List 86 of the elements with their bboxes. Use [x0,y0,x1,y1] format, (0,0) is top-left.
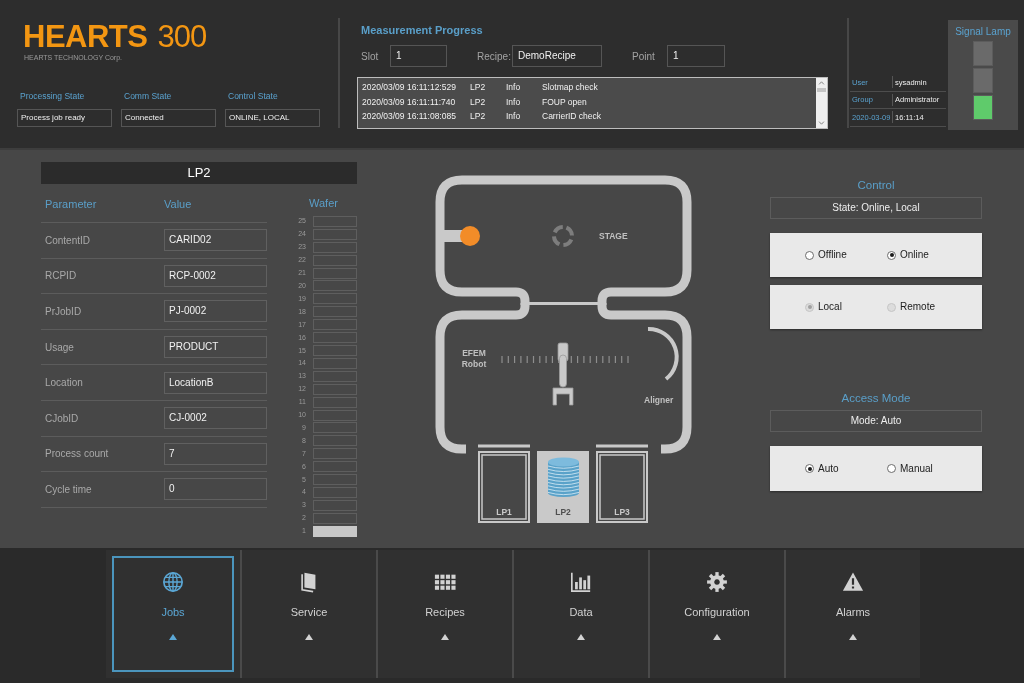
value-field: PRODUCT [164,336,267,359]
column-heading: Parameter [44,198,98,211]
state-label: Processing State [19,91,86,101]
value-field: CJ-0002 [164,407,267,430]
chevron-up-icon[interactable] [818,81,825,85]
aligner-arc [647,327,679,381]
log-message: FOUP open [542,95,587,109]
value-field: PJ-0002 [164,300,267,323]
log-level: Info [506,95,522,109]
state-display: Mode: Auto [770,410,982,432]
nav-tab[interactable]: Service [242,550,376,678]
caret-icon [713,634,721,640]
logo-wordmark: HEARTS [23,19,148,54]
radio-option[interactable]: Online [887,249,929,261]
caret-icon [305,634,313,640]
value-field: CARID02 [164,229,267,252]
section-title: Access Mode [840,392,912,405]
state-field: ONLINE, LOCAL [225,109,320,127]
gear-icon [706,571,728,593]
value-field: 7 [164,442,267,465]
parameter-label: RCPID [44,270,78,282]
log-message: CarrierID check [542,110,602,123]
chevron-down-icon[interactable] [818,121,825,125]
caret-icon [577,634,585,640]
wafer-marker-icon [460,226,480,246]
log-port: LP2 [470,95,487,109]
panel-title: Signal Lamp [954,26,1012,38]
value-field: LocationB [164,371,267,394]
bar-chart-icon [570,571,592,593]
log-level: Info [506,110,522,123]
caret-icon [849,634,857,640]
radio-option[interactable]: Manual [887,462,933,475]
state-field: Connected [121,109,216,127]
log-port: LP2 [470,110,487,123]
parameter-label: Cycle time [44,483,93,495]
radio-option: Remote [887,301,935,313]
caret-icon [441,634,449,640]
parameter-label: ContentID [44,234,92,246]
log-message: Slotmap check [542,81,598,94]
radio-option[interactable]: Offline [805,249,847,261]
log-time: 2020/03/09 16:11:08:085 [362,110,457,123]
text-field[interactable]: 1 [667,45,725,67]
radio-option: Local [805,301,842,313]
robot-arm-icon [552,342,574,406]
field-label: Point [632,50,656,62]
state-display: State: Online, Local [770,197,982,219]
state-label: Comm State [123,91,173,101]
log-time: 2020/03/09 16:11:11:740 [362,95,457,109]
field-label: Recipe: [477,50,512,62]
state-label: Control State [227,91,279,101]
scrollbar[interactable] [816,78,827,128]
text-field[interactable]: DemoRecipe [512,45,602,67]
nav-tab[interactable]: Data [514,550,648,678]
parameter-label: PrJobID [44,306,83,317]
value-field: 0 [164,478,267,501]
value-field: RCP-0002 [164,264,267,287]
dashed-ring-icon [552,225,574,247]
section-title: Control [856,179,896,192]
panel-header: LP2 [41,162,357,184]
nav-tab[interactable]: Configuration [650,550,784,678]
nav-tab[interactable]: Alarms [786,550,920,678]
nav-tab[interactable]: Jobs [106,550,240,678]
log-time: 2020/03/09 16:11:12:529 [362,81,457,94]
column-heading: Wafer [308,197,339,210]
nav-tab[interactable]: Recipes [378,550,512,678]
load-port[interactable]: LP2 [537,451,589,523]
caret-icon [169,634,177,640]
column-heading: Value [164,198,192,211]
field-label: Slot [361,50,380,62]
parameter-label: Location [44,377,84,389]
parameter-label: Process count [44,448,110,460]
parameter-label: CJobID [44,412,80,424]
warning-icon [842,571,864,593]
state-field: Process job ready [17,109,112,127]
scrollbar-thumb[interactable] [817,88,826,92]
robot-label: EFEM Robot [460,348,488,370]
aligner-label: Aligner [644,395,674,405]
radio-option[interactable]: Auto [805,462,839,475]
text-field[interactable]: 1 [390,45,447,67]
section-title: Measurement Progress [360,24,484,37]
log-port: LP2 [470,81,487,94]
stage-label: STAGE [599,231,628,241]
globe-icon [162,571,184,593]
log-level: Info [506,81,522,94]
logo-model-number: 300 [157,19,207,54]
parameter-label: Usage [44,341,75,353]
